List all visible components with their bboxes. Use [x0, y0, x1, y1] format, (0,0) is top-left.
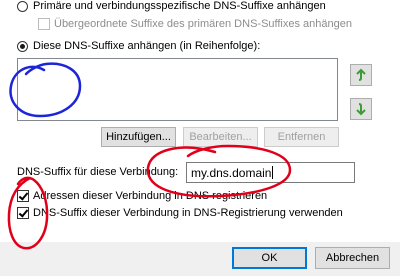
dns-settings-panel: Primäre und verbindungsspezifische DNS-S…: [0, 0, 400, 242]
move-down-button[interactable]: [350, 98, 372, 120]
move-up-button[interactable]: [350, 64, 372, 86]
primary-suffixes-option[interactable]: Primäre und verbindungsspezifische DNS-S…: [17, 0, 326, 12]
arrow-up-icon: [356, 68, 366, 81]
primary-suffixes-radio[interactable]: [17, 0, 28, 12]
use-suffix-label: DNS-Suffix dieser Verbindung in DNS-Regi…: [33, 207, 343, 219]
register-addresses-checkbox[interactable]: [17, 190, 29, 202]
these-suffixes-option[interactable]: Diese DNS-Suffixe anhängen (in Reihenfol…: [17, 40, 260, 52]
parent-suffixes-label: Übergeordnete Suffixe des primären DNS-S…: [54, 18, 352, 30]
register-addresses-label: Adressen dieser Verbindung in DNS regist…: [33, 190, 268, 202]
text-caret: [272, 166, 274, 179]
register-addresses-option[interactable]: Adressen dieser Verbindung in DNS regist…: [17, 190, 267, 202]
parent-suffixes-option: Übergeordnete Suffixe des primären DNS-S…: [38, 18, 352, 30]
these-suffixes-radio[interactable]: [17, 40, 28, 52]
connection-suffix-value: my.dns.domain: [191, 165, 272, 180]
edit-button: Bearbeiten...: [183, 127, 258, 147]
these-suffixes-label: Diese DNS-Suffixe anhängen (in Reihenfol…: [33, 40, 261, 52]
connection-suffix-label: DNS-Suffix für diese Verbindung:: [17, 166, 179, 178]
arrow-down-icon: [356, 103, 366, 116]
ok-button[interactable]: OK: [232, 247, 307, 269]
primary-suffixes-label: Primäre und verbindungsspezifische DNS-S…: [33, 0, 326, 12]
use-suffix-checkbox[interactable]: [17, 207, 29, 219]
add-button[interactable]: Hinzufügen...: [101, 127, 176, 147]
connection-suffix-input[interactable]: my.dns.domain: [186, 162, 355, 183]
cancel-button[interactable]: Abbrechen: [315, 247, 390, 269]
dialog-footer: OK Abbrechen: [0, 242, 400, 276]
parent-suffixes-checkbox: [38, 18, 50, 30]
use-suffix-option[interactable]: DNS-Suffix dieser Verbindung in DNS-Regi…: [17, 207, 343, 219]
dns-suffix-list[interactable]: [17, 58, 338, 121]
remove-button: Entfernen: [264, 127, 339, 147]
